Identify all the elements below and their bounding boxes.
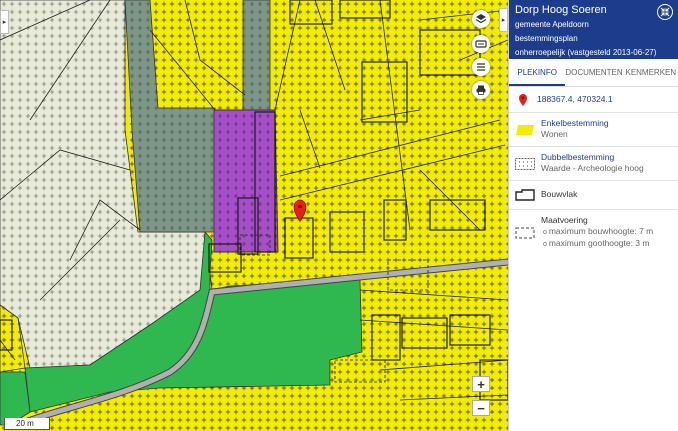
map-settings-icon	[475, 40, 487, 48]
panel-header: Dorp Hoog Soeren gemeente Apeldoorn best…	[509, 0, 678, 59]
dubbelbestemming-row: Dubbelbestemming Waarde - Archeologie ho…	[509, 147, 678, 181]
plekinfo-list: 188367.4, 470324.1 Enkelbestemming Wonen…	[509, 88, 678, 256]
right-panel-toggle[interactable]: ▸	[499, 8, 508, 32]
tab-plekinfo[interactable]: PLEKINFO	[509, 59, 566, 86]
maatvoering-swatch-icon	[515, 227, 535, 239]
plus-icon: +	[477, 376, 485, 392]
maatvoering-heading: Maatvoering	[541, 215, 588, 225]
print-button[interactable]	[472, 81, 490, 99]
plan-status-label: onherroepelijk (vastgesteld 2013-06-27)	[515, 48, 657, 57]
zoom-in-button[interactable]: +	[472, 376, 490, 392]
maatvoering-row: Maatvoering maximum bouwhoogte: 7 m maxi…	[509, 210, 678, 256]
scale-bar: 20 m	[4, 418, 50, 430]
collapse-icon	[660, 7, 670, 17]
dubbelbestemming-heading[interactable]: Dubbelbestemming	[541, 152, 673, 163]
legend-list-icon	[477, 63, 485, 71]
map-pin-icon	[519, 94, 527, 106]
plan-title: Dorp Hoog Soeren	[515, 4, 607, 16]
list-item: maximum goothoogte: 3 m	[541, 238, 673, 250]
info-panel: Dorp Hoog Soeren gemeente Apeldoorn best…	[508, 0, 678, 431]
enkelbestemming-heading[interactable]: Enkelbestemming	[541, 118, 673, 129]
map-canvas[interactable]	[0, 0, 508, 431]
tab-kenmerken[interactable]: KENMERKEN	[623, 59, 678, 86]
legend-list-button[interactable]	[472, 58, 490, 76]
coordinates-row: 188367.4, 470324.1	[509, 88, 678, 113]
tab-documenten[interactable]: DOCUMENTEN	[565, 59, 622, 86]
layers-button[interactable]	[472, 10, 490, 28]
zoom-out-button[interactable]: −	[472, 400, 490, 416]
maatvoering-list: maximum bouwhoogte: 7 m maximum goothoog…	[541, 226, 673, 250]
left-panel-toggle[interactable]: ▸	[0, 10, 9, 34]
minus-icon: −	[477, 400, 485, 416]
expand-arrow-icon: ▸	[501, 17, 506, 24]
plan-type-label: bestemmingsplan	[515, 34, 578, 43]
wonen-swatch-icon	[516, 124, 534, 135]
panel-tabs: PLEKINFO DOCUMENTEN KENMERKEN	[509, 59, 678, 87]
collapse-panel-button[interactable]	[657, 4, 673, 20]
zone-bos-top	[242, 0, 271, 111]
list-item: maximum bouwhoogte: 7 m	[541, 226, 673, 238]
bouwvlak-row: Bouwvlak	[509, 181, 678, 210]
map-settings-button[interactable]	[472, 35, 490, 53]
enkelbestemming-row: Enkelbestemming Wonen	[509, 113, 678, 147]
dubbelbestemming-value: Waarde - Archeologie hoog	[541, 163, 644, 173]
print-icon	[476, 85, 486, 95]
expand-arrow-icon: ▸	[2, 19, 7, 26]
coordinates-link[interactable]: 188367.4, 470324.1	[537, 94, 613, 104]
archeologie-swatch-icon	[515, 157, 535, 170]
layers-icon	[475, 14, 487, 24]
map-viewer[interactable]: ▸ ▸ + − 20 m	[0, 0, 508, 431]
scale-label: 20 m	[16, 419, 34, 428]
enkelbestemming-value: Wonen	[541, 129, 568, 139]
zone-maatschappelijk	[213, 109, 279, 253]
bouwvlak-label: Bouwvlak	[541, 189, 578, 199]
bouwvlak-swatch-icon	[515, 189, 535, 201]
municipality-label: gemeente Apeldoorn	[515, 20, 589, 29]
